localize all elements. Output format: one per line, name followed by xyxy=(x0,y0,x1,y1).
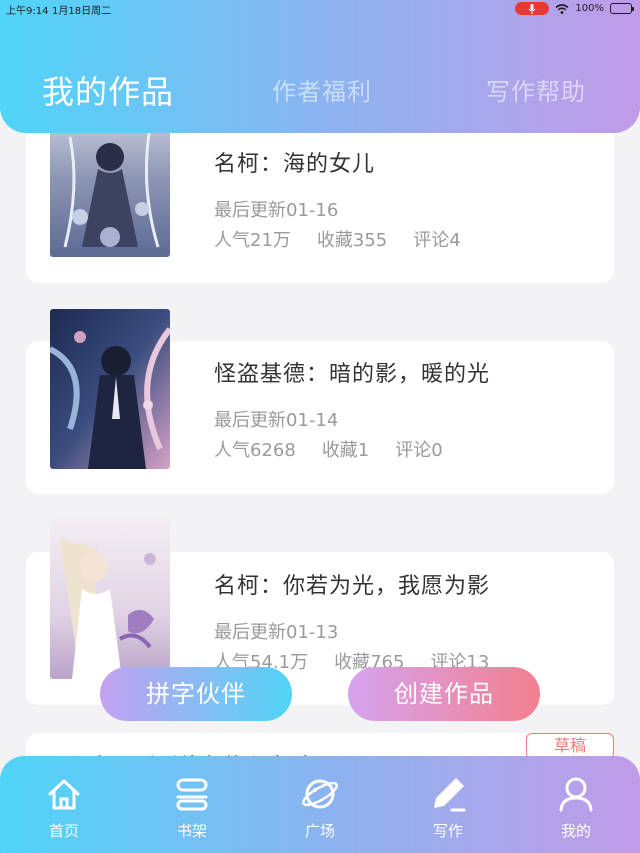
wifi-icon xyxy=(555,3,569,14)
battery-icon xyxy=(610,3,634,14)
book-cover[interactable] xyxy=(50,309,170,469)
status-bar: 上午9:14 1月18日周二 100% xyxy=(0,0,640,18)
book-cover[interactable] xyxy=(50,519,170,679)
nav-label: 书架 xyxy=(176,822,207,840)
nav-write[interactable]: 写作 xyxy=(408,774,488,841)
book-title[interactable]: 怪盗基德：暗的影，暖的光 xyxy=(214,356,490,388)
comments: 评论4 xyxy=(413,230,461,251)
nav-label: 广场 xyxy=(304,822,335,840)
favorites: 收藏355 xyxy=(316,230,388,251)
planet-icon xyxy=(302,779,338,809)
tab-my-works[interactable]: 我的作品 xyxy=(42,67,174,113)
create-work-button[interactable]: 创建作品 xyxy=(348,667,540,721)
microphone-icon xyxy=(515,2,550,15)
bookshelf-icon xyxy=(176,778,208,811)
tab-author-benefits[interactable]: 作者福利 xyxy=(272,72,372,107)
user-icon xyxy=(559,777,593,812)
popularity: 人气6268 xyxy=(214,440,296,461)
last-updated: 最后更新01-14 xyxy=(214,410,339,431)
status-date: 1月18日周二 xyxy=(52,6,112,17)
pen-icon xyxy=(434,778,466,812)
writing-partner-button[interactable]: 拼字伙伴 xyxy=(100,667,292,721)
status-indicators: 100% xyxy=(515,2,634,15)
tab-bar: 我的作品 作者福利 写作帮助 xyxy=(0,72,640,120)
status-time: 上午9:14 xyxy=(6,6,49,17)
last-updated: 最后更新01-16 xyxy=(214,200,339,221)
tab-writing-help[interactable]: 写作帮助 xyxy=(486,72,586,107)
nav-home[interactable]: 首页 xyxy=(24,774,104,841)
last-updated: 最后更新01-13 xyxy=(214,622,339,643)
book-stats: 人气21万 收藏355 评论4 xyxy=(214,226,487,252)
nav-label: 写作 xyxy=(432,822,463,840)
home-icon xyxy=(48,779,80,810)
favorites: 收藏1 xyxy=(321,440,370,461)
book-stats: 人气6268 收藏1 评论0 xyxy=(214,436,469,462)
nav-plaza[interactable]: 广场 xyxy=(280,774,360,841)
bottom-nav: 首页 书架 广场 写作 我的 xyxy=(0,756,640,853)
nav-mine[interactable]: 我的 xyxy=(536,774,616,841)
nav-label: 首页 xyxy=(48,822,79,840)
popularity: 人气21万 xyxy=(214,230,291,251)
nav-bookshelf[interactable]: 书架 xyxy=(152,774,232,841)
nav-label: 我的 xyxy=(560,822,591,840)
book-title[interactable]: 名柯：你若为光，我愿为影 xyxy=(214,568,490,600)
comments: 评论0 xyxy=(395,440,443,461)
battery-percent: 100% xyxy=(575,3,604,14)
header: 上午9:14 1月18日周二 100% 我的作品 作者福利 写作帮助 xyxy=(0,0,640,133)
book-title[interactable]: 名柯：海的女儿 xyxy=(214,146,375,178)
